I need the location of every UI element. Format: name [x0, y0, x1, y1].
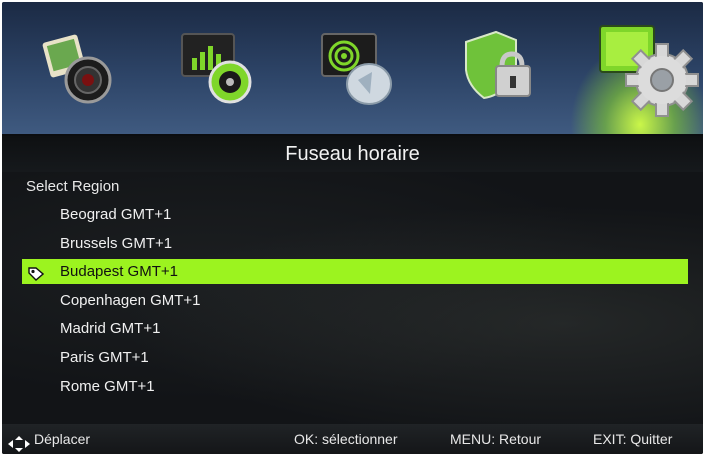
- list-item-label: Budapest GMT+1: [60, 263, 178, 281]
- region-panel: Select Region Beograd GMT+1 Brussels GMT…: [2, 172, 703, 424]
- select-region-label: Select Region: [26, 178, 120, 195]
- security-lock-icon[interactable]: [456, 24, 546, 114]
- list-item-madrid[interactable]: Madrid GMT+1: [2, 316, 703, 341]
- list-item-rome[interactable]: Rome GMT+1: [2, 374, 703, 399]
- menu-back-hint: MENU: Retour: [450, 431, 542, 447]
- media-player-icon[interactable]: [174, 24, 264, 114]
- four-way-arrow-icon: [8, 432, 30, 453]
- footer-help-bar: Déplacer OK: sélectionner MENU: Retour E…: [2, 424, 703, 454]
- list-item-label: Copenhagen GMT+1: [60, 291, 201, 309]
- main-menu-bar: [2, 2, 703, 134]
- tv-screen: Fuseau horaire Select Region Beograd GMT…: [2, 2, 703, 454]
- picture-camera-icon[interactable]: [32, 24, 122, 114]
- satellite-dish-icon[interactable]: [314, 24, 404, 114]
- list-item-paris[interactable]: Paris GMT+1: [2, 345, 703, 370]
- list-item-label: Madrid GMT+1: [60, 320, 161, 338]
- tag-selected-icon: [28, 264, 45, 282]
- list-item-beograd[interactable]: Beograd GMT+1: [2, 202, 703, 227]
- ok-select-hint: OK: sélectionner: [294, 431, 398, 447]
- exit-quit-hint: EXIT: Quitter: [593, 431, 673, 447]
- region-list: Beograd GMT+1 Brussels GMT+1 Budapest GM…: [2, 202, 703, 402]
- settings-gear-icon[interactable]: [596, 18, 700, 118]
- list-item-label: Paris GMT+1: [60, 348, 149, 366]
- list-item-copenhagen[interactable]: Copenhagen GMT+1: [2, 288, 703, 313]
- move-hint: Déplacer: [8, 424, 90, 454]
- list-item-label: Beograd GMT+1: [60, 206, 172, 223]
- list-item-label: Rome GMT+1: [60, 377, 155, 395]
- list-item-budapest[interactable]: Budapest GMT+1: [22, 259, 688, 285]
- move-label: Déplacer: [34, 431, 91, 447]
- list-item-label: Brussels GMT+1: [60, 234, 173, 252]
- page-title: Fuseau horaire: [2, 136, 703, 172]
- list-item-brussels[interactable]: Brussels GMT+1: [2, 231, 703, 256]
